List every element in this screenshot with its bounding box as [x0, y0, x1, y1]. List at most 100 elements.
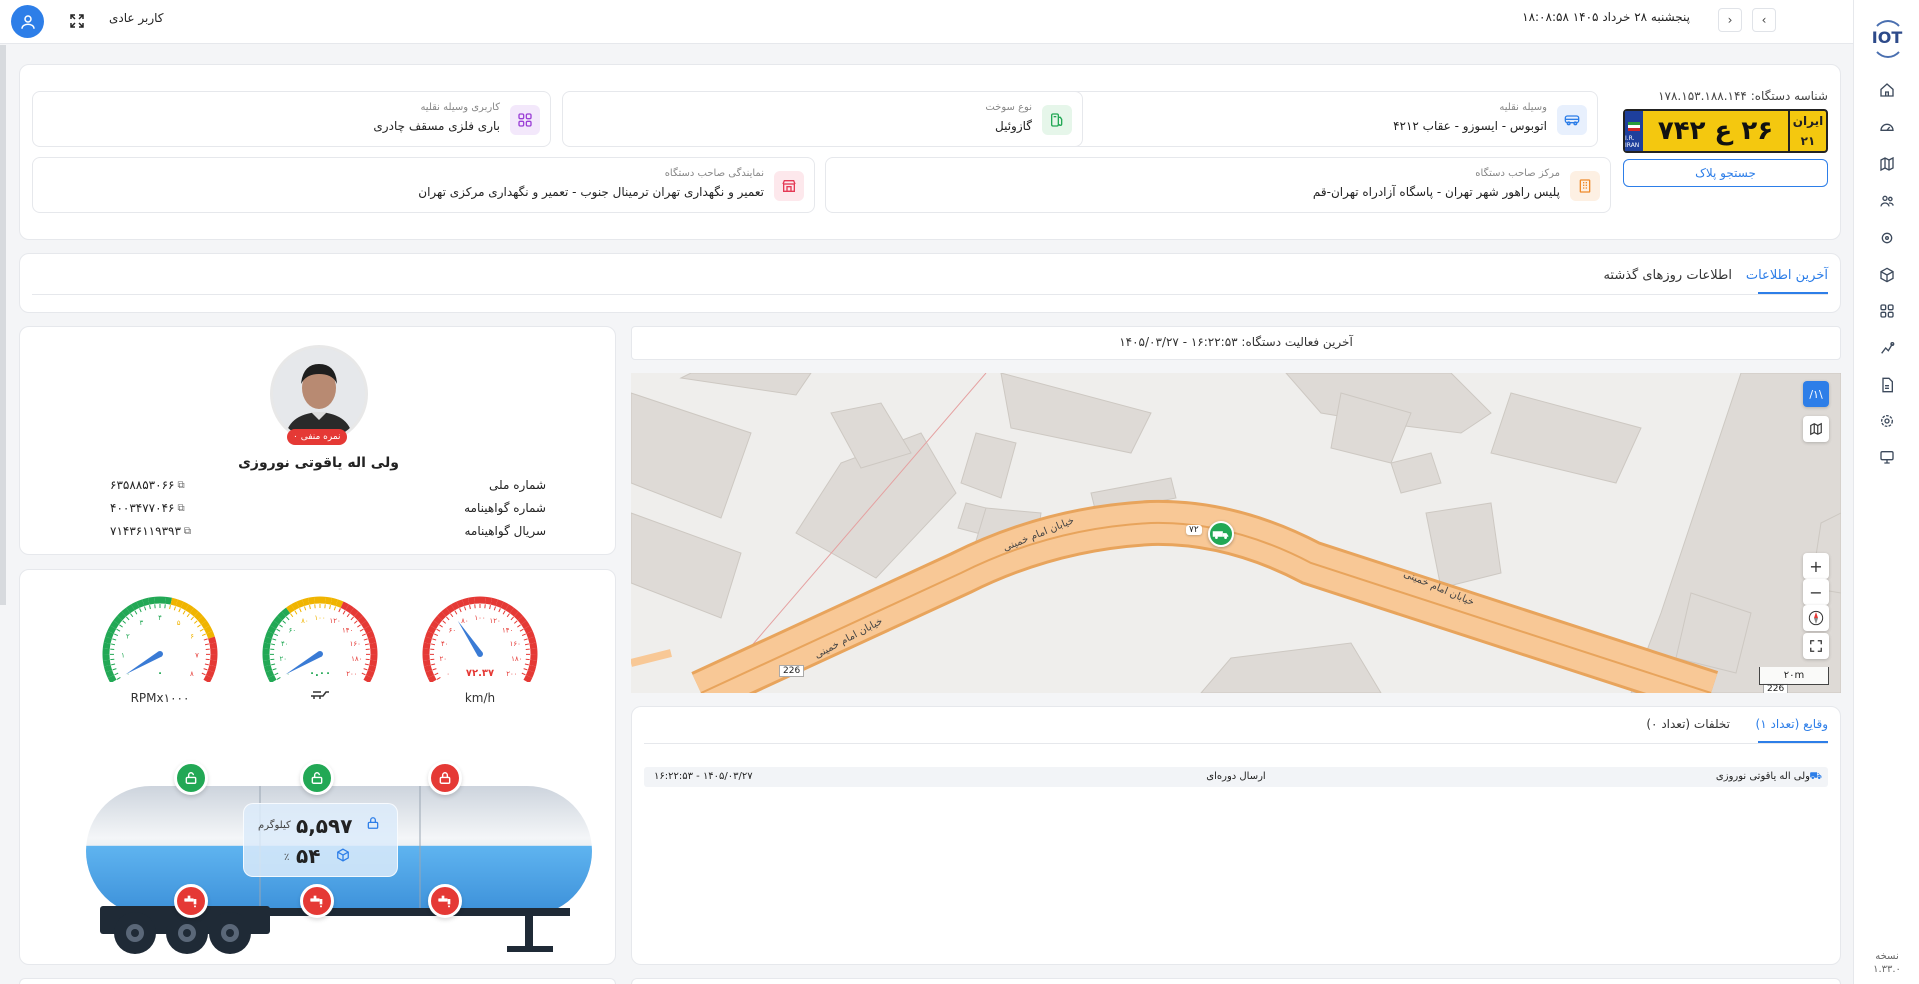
- tab-events[interactable]: وقایع (تعداد ۱): [1756, 717, 1828, 731]
- national-id-row: شماره ملی ۶۳۵۸۸۵۳۰۶۶ ⧉: [110, 478, 546, 496]
- gauge-tick: [342, 610, 346, 615]
- nav-location[interactable]: [1872, 223, 1902, 253]
- tank-lock-1[interactable]: [174, 761, 208, 795]
- map-scale: ۲۰m: [1759, 667, 1829, 685]
- gauge-tick: [430, 643, 436, 646]
- gauge-arc-segment: [360, 620, 370, 630]
- gauge-tick: [454, 610, 458, 615]
- gauge-tick: [363, 638, 368, 641]
- nav-dashboard[interactable]: [1872, 112, 1902, 142]
- gauge-tick: [361, 672, 366, 676]
- plate-region: ایران ۲۱: [1788, 111, 1826, 151]
- gauge-arc-segment: [277, 611, 287, 621]
- tab-violations[interactable]: تخلفات (تعداد ۰): [1646, 717, 1730, 731]
- gauge-tick: [364, 643, 370, 646]
- gauge-tick-label: ۶۰: [449, 626, 457, 634]
- gauge-arc-segment: [205, 670, 215, 678]
- zoom-out-button[interactable]: −: [1803, 579, 1829, 605]
- gauge-arc-segment: [365, 670, 375, 678]
- fullscreen-button[interactable]: [67, 11, 87, 31]
- gauge-tick: [524, 643, 530, 646]
- gauge-tick: [346, 613, 350, 618]
- nav-settings[interactable]: [1872, 406, 1902, 436]
- gauge-tick-label: ۲۰۰: [506, 670, 517, 678]
- map-view[interactable]: خیابان امام خمینی خیابان امام خمینی خیاب…: [631, 373, 1841, 693]
- map-fullscreen-button[interactable]: [1803, 633, 1829, 659]
- negative-score-badge: نمره منفی ۰: [287, 429, 347, 445]
- copy-icon[interactable]: ⧉: [184, 526, 191, 537]
- gauge-arc-segment: [203, 674, 213, 682]
- map-icon: [1810, 422, 1822, 436]
- nav-back-button[interactable]: ‹: [1752, 8, 1776, 32]
- gauge-tick-label: ۲۰: [439, 655, 447, 663]
- gauge-tick: [489, 604, 491, 610]
- plate-search-button[interactable]: جستجو پلاک: [1623, 159, 1828, 187]
- gauge-tick: [204, 663, 209, 666]
- gauge-tick: [299, 608, 302, 613]
- map-type-button[interactable]: [1803, 416, 1829, 442]
- device-info-card: شناسه دستگاه: ۱۷۸.۱۵۳.۱۸۸.۱۴۴ I.R. IRAN …: [19, 64, 1841, 240]
- device-id: شناسه دستگاه: ۱۷۸.۱۵۳.۱۸۸.۱۴۴: [1658, 89, 1828, 103]
- gauge-arc-segment: [363, 674, 373, 682]
- last-activity-text: آخرین فعالیت دستگاه: ۱۶:۲۲:۵۳ - ۱۴۰۵/۰۳/…: [1119, 335, 1353, 349]
- national-id-value: ۶۳۵۸۸۵۳۰۶۶: [110, 478, 175, 492]
- event-row[interactable]: ولی اله یاقوتی نوروزی ⛟ ارسال دوره‌ای ۱۴…: [644, 767, 1828, 787]
- gauge-value: ۷۲.۳۷: [466, 668, 494, 679]
- nav-users[interactable]: [1872, 186, 1902, 216]
- events-active-indicator: [1758, 741, 1828, 743]
- user-avatar-button[interactable]: [11, 5, 44, 38]
- user-role: کاربر عادی: [109, 11, 164, 25]
- map-layer-toggle[interactable]: /۱\: [1803, 381, 1829, 407]
- nav-monitor[interactable]: [1872, 442, 1902, 472]
- nav-map[interactable]: [1872, 149, 1902, 179]
- gauge-tick: [201, 672, 206, 676]
- copy-icon[interactable]: ⧉: [177, 480, 184, 491]
- tab-latest-info[interactable]: آخرین اطلاعات: [1746, 268, 1828, 283]
- gauge-arc-segment: [147, 596, 155, 605]
- tank-lock-2[interactable]: [300, 761, 334, 795]
- tab-history-info[interactable]: اطلاعات روزهای گذشته: [1603, 268, 1732, 283]
- gauge-arc-segment: [345, 604, 354, 614]
- page-scrollbar[interactable]: [0, 45, 6, 605]
- nav-reports[interactable]: [1872, 370, 1902, 400]
- tank-valve-1[interactable]: [174, 884, 208, 918]
- gauge-tick-label: ۱۰۰: [314, 614, 325, 622]
- route-icon: [1881, 342, 1895, 354]
- serial-value-wrap: ۷۱۴۳۶۱۱۹۳۹۳ ⧉: [110, 524, 191, 538]
- gauge-arc-segment: [105, 630, 114, 639]
- tank-valve-2[interactable]: [300, 884, 334, 918]
- nav-forward-button[interactable]: ›: [1718, 8, 1742, 32]
- zoom-in-button[interactable]: +: [1803, 553, 1829, 579]
- gauge-tick: [510, 616, 514, 621]
- gauge-arc-segment: [286, 604, 295, 614]
- gauge-arc-segment: [529, 642, 538, 650]
- rpm-gauge: ۰ ۱ ۲ ۳ ۴ ۵ ۶ ۷ ۸ ۰: [102, 596, 218, 682]
- gauge-tick: [524, 663, 529, 666]
- gauge-arc-segment: [110, 620, 120, 630]
- nav-routes[interactable]: [1872, 333, 1902, 363]
- copy-icon[interactable]: ⧉: [177, 503, 184, 514]
- gauge-icon: [1880, 123, 1894, 131]
- fuel-unit-icon: [275, 686, 365, 705]
- gauge-tick: [173, 606, 177, 611]
- compass-button[interactable]: [1803, 605, 1829, 631]
- tank-lock-3[interactable]: [428, 761, 462, 795]
- gauge-arc-segment: [107, 625, 117, 634]
- gauge-tick: [493, 606, 497, 611]
- truck-icon: [1212, 531, 1229, 540]
- gauge-arc-segment: [263, 664, 273, 673]
- tank-wheel-center: [226, 929, 234, 937]
- nav-package[interactable]: [1872, 260, 1902, 290]
- gauge-tick: [294, 610, 298, 615]
- nav-home[interactable]: [1872, 75, 1902, 105]
- license-label: شماره گواهینامه: [464, 501, 546, 515]
- driver-name: ولی اله یاقوتی نوروزی: [238, 455, 399, 471]
- tank-valve-3[interactable]: [428, 884, 462, 918]
- monitor-icon: [1880, 451, 1894, 464]
- gauge-arc-segment: [422, 659, 431, 667]
- nav-apps[interactable]: [1872, 296, 1902, 326]
- gauge-arc-segment: [368, 636, 377, 644]
- gauge-tick-label: ۴۰: [441, 640, 449, 648]
- gauge-tick-label: ۷: [195, 651, 199, 659]
- vehicle-marker[interactable]: [1208, 521, 1234, 547]
